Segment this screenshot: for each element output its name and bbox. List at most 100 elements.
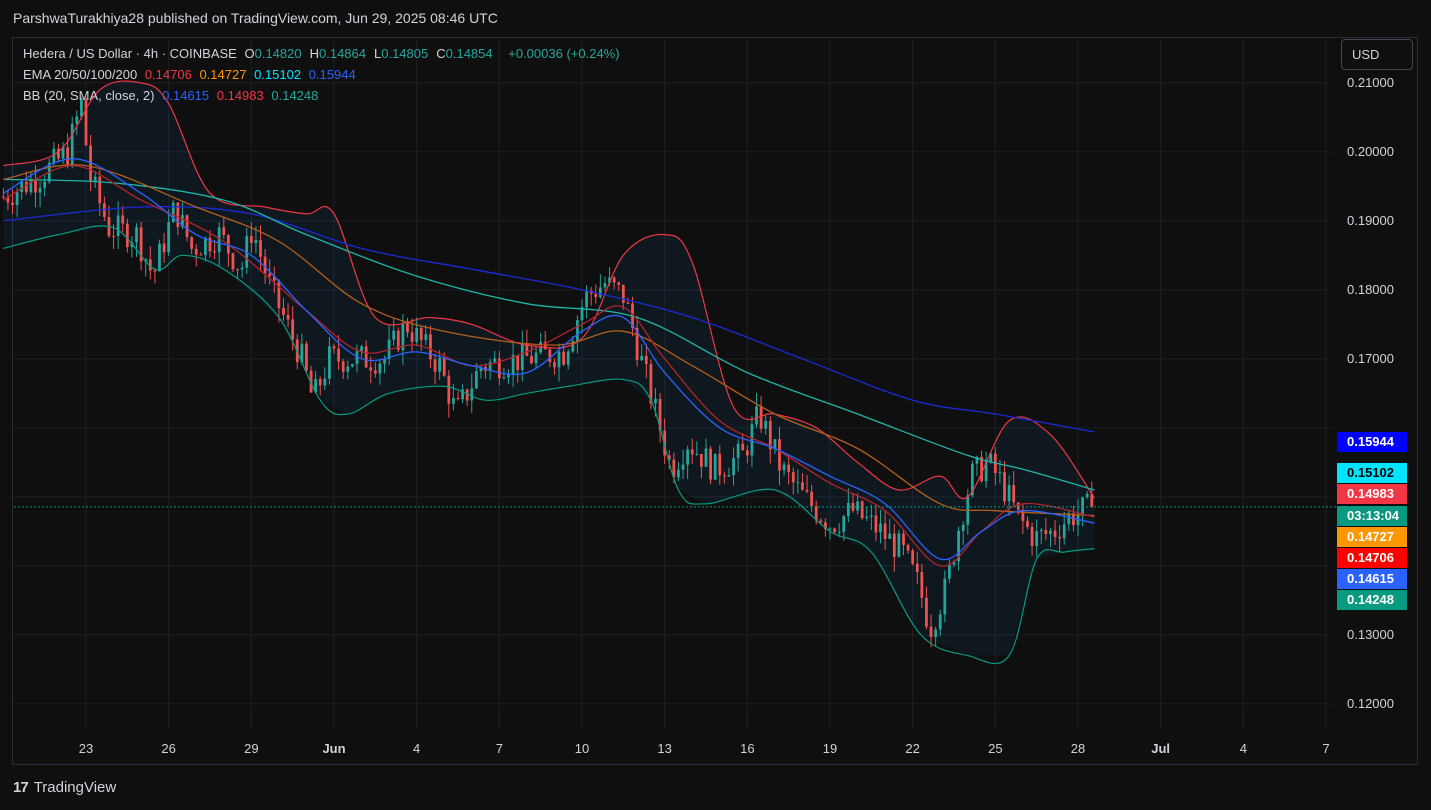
candle-body xyxy=(360,346,363,352)
tradingview-logo[interactable]: 17 TradingView xyxy=(13,779,116,796)
candle-body xyxy=(121,215,125,224)
candle-body xyxy=(419,327,423,341)
candle-body xyxy=(1012,485,1016,503)
candle-body xyxy=(548,349,552,363)
candle-body xyxy=(704,448,708,467)
legend-bb-row[interactable]: BB (20, SMA, close, 2) 0.14615 0.14983 0… xyxy=(23,88,322,103)
candle-body xyxy=(20,181,24,193)
candle-body xyxy=(1058,536,1062,539)
candle-body xyxy=(948,564,951,579)
candle-body xyxy=(594,293,598,298)
candle-body xyxy=(778,439,781,471)
candle-body xyxy=(640,355,644,361)
ema50-value: 0.14727 xyxy=(199,67,247,82)
candle-body xyxy=(236,269,239,271)
y-tick-label: 0.17000 xyxy=(1347,350,1394,366)
bollinger-bands xyxy=(3,81,1095,656)
candle-body xyxy=(24,181,28,193)
candle-body xyxy=(493,358,497,363)
x-tick-label: 26 xyxy=(161,741,176,756)
candle-body xyxy=(644,355,648,365)
candle-body xyxy=(612,277,616,283)
candle-body xyxy=(874,515,878,533)
candle-body xyxy=(190,237,194,249)
x-tick-label: Jul xyxy=(1151,741,1171,756)
candle-body xyxy=(249,235,253,243)
footer-brand: TradingView xyxy=(33,779,117,796)
candle-body xyxy=(332,346,336,349)
candle-body xyxy=(718,453,722,476)
candle-body xyxy=(442,358,446,376)
candle-body xyxy=(406,323,409,333)
symbol-title[interactable]: Hedera / US Dollar · 4h · COINBASE xyxy=(23,46,237,61)
candle-body xyxy=(902,533,905,546)
ohlc-key: C xyxy=(436,46,446,61)
candle-body xyxy=(883,523,887,539)
candle-body xyxy=(837,531,841,533)
ohlc-value: 0.14864 xyxy=(319,46,366,61)
candle-body xyxy=(603,283,607,288)
price-chart[interactable] xyxy=(0,0,1431,810)
price-tag: 0.15102 xyxy=(1337,463,1407,483)
ema20-value: 0.14706 xyxy=(144,67,192,82)
candle-body xyxy=(865,516,869,519)
candle-body xyxy=(576,320,579,341)
candle-body xyxy=(998,472,1002,474)
candle-body xyxy=(1,196,5,198)
currency-button[interactable]: USD xyxy=(1341,39,1413,70)
candle-body xyxy=(254,240,258,243)
candle-body xyxy=(892,533,896,557)
candle-body xyxy=(259,240,262,257)
bb-upper-value: 0.14983 xyxy=(216,88,264,103)
candle-body xyxy=(681,464,685,470)
candle-body xyxy=(1053,530,1057,537)
candle-body xyxy=(11,202,14,206)
candle-body xyxy=(860,501,864,519)
ohlc-key: H xyxy=(309,46,319,61)
candle-body xyxy=(553,362,556,368)
candle-body xyxy=(530,355,533,364)
candle-body xyxy=(1030,526,1034,546)
candle-body xyxy=(429,334,432,360)
candle-body xyxy=(796,482,800,484)
candle-body xyxy=(709,448,712,480)
candle-body xyxy=(93,176,97,182)
candle-body xyxy=(424,334,428,341)
candle-body xyxy=(84,98,88,146)
candle-body xyxy=(759,406,763,429)
candle-body xyxy=(277,280,281,308)
ohlc-value: 0.14805 xyxy=(381,46,429,61)
candle-body xyxy=(116,215,120,237)
candle-body xyxy=(938,614,942,630)
candle-body xyxy=(764,420,768,429)
candle-body xyxy=(222,227,226,236)
candle-body xyxy=(263,256,267,274)
candle-body xyxy=(686,449,690,465)
candle-body xyxy=(690,449,694,455)
candle-body xyxy=(474,371,478,389)
candle-body xyxy=(1026,520,1029,527)
candle-body xyxy=(934,629,938,638)
x-tick-label: 22 xyxy=(905,741,920,756)
candle-body xyxy=(112,235,115,237)
candle-body xyxy=(700,454,703,467)
candle-body xyxy=(323,378,327,386)
candle-body xyxy=(943,578,947,615)
candle-body xyxy=(125,223,129,248)
candle-body xyxy=(392,330,396,340)
candle-body xyxy=(1039,530,1043,532)
candle-body xyxy=(869,515,873,517)
price-tag: 0.14248 xyxy=(1337,590,1407,610)
price-tag: 0.14706 xyxy=(1337,548,1407,568)
x-tick-label: 7 xyxy=(495,741,503,756)
ema-label: EMA 20/50/100/200 xyxy=(23,67,138,82)
x-tick-label: Jun xyxy=(322,741,346,756)
candle-body xyxy=(566,351,570,365)
candle-body xyxy=(185,215,189,238)
candle-body xyxy=(199,254,203,256)
x-tick-label: 4 xyxy=(1239,741,1247,756)
x-tick-label: 29 xyxy=(244,741,259,756)
x-tick-label: 13 xyxy=(657,741,672,756)
legend-ema-row[interactable]: EMA 20/50/100/200 0.14706 0.14727 0.1510… xyxy=(23,67,360,82)
candle-body xyxy=(741,443,745,451)
